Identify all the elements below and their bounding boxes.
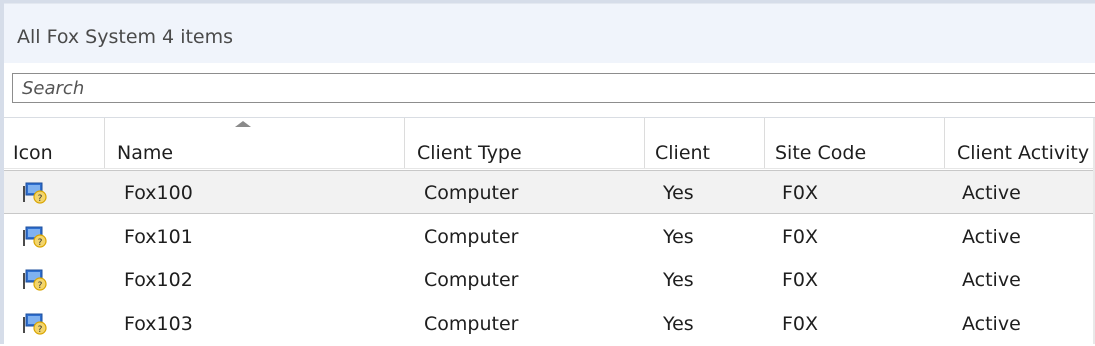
header-divider — [4, 168, 1095, 169]
cell-name: Fox102 — [124, 269, 193, 291]
search-box[interactable] — [12, 73, 1095, 103]
column-header-client[interactable]: Client — [645, 118, 765, 168]
svg-text:?: ? — [38, 325, 43, 335]
computer-unknown-icon: ? — [23, 226, 47, 248]
cell-client-type: Computer — [424, 269, 519, 291]
column-header-label: Icon — [13, 142, 53, 164]
table-row[interactable]: ? Fox101 Computer Yes F0X Active — [4, 215, 1095, 259]
table-row[interactable]: ? Fox100 Computer Yes F0X Active — [4, 170, 1095, 214]
cell-client-type: Computer — [424, 226, 519, 248]
column-header-icon[interactable]: Icon — [4, 118, 105, 168]
computer-unknown-icon: ? — [23, 313, 47, 335]
column-header-site-code[interactable]: Site Code — [765, 118, 945, 168]
column-header-label: Client Type — [417, 142, 522, 164]
column-header-label: Name — [117, 142, 174, 164]
view-header: All Fox System 4 items — [4, 3, 1095, 63]
column-header-client-type[interactable]: Client Type — [405, 118, 645, 168]
svg-text:?: ? — [38, 194, 43, 204]
cell-client-type: Computer — [424, 313, 519, 335]
device-collection-view: All Fox System 4 items Icon Name Client … — [0, 0, 1095, 344]
cell-client-activity: Active — [962, 313, 1021, 335]
table-row[interactable]: ? Fox103 Computer Yes F0X Active — [4, 302, 1095, 346]
cell-site-code: F0X — [782, 182, 819, 204]
cell-client: Yes — [663, 269, 694, 291]
column-header-label: Site Code — [775, 142, 867, 164]
svg-text:?: ? — [38, 281, 43, 291]
cell-name: Fox101 — [124, 226, 193, 248]
computer-unknown-icon: ? — [23, 182, 47, 204]
computer-unknown-icon: ? — [23, 269, 47, 291]
cell-name: Fox103 — [124, 313, 193, 335]
cell-client: Yes — [663, 226, 694, 248]
cell-client-type: Computer — [424, 182, 519, 204]
table-row[interactable]: ? Fox102 Computer Yes F0X Active — [4, 258, 1095, 302]
column-header-label: Client Activity — [957, 142, 1090, 164]
cell-client-activity: Active — [962, 269, 1021, 291]
cell-client: Yes — [663, 313, 694, 335]
column-header-client-activity[interactable]: Client Activity — [945, 118, 1095, 168]
column-header-label: Client — [655, 142, 711, 164]
cell-client-activity: Active — [962, 226, 1021, 248]
cell-name: Fox100 — [124, 182, 193, 204]
cell-site-code: F0X — [782, 269, 819, 291]
view-title: All Fox System 4 items — [17, 26, 234, 48]
sort-ascending-icon — [235, 121, 251, 127]
cell-client: Yes — [663, 182, 694, 204]
column-header-name[interactable]: Name — [105, 118, 405, 168]
search-input[interactable] — [13, 74, 1095, 102]
cell-site-code: F0X — [782, 313, 819, 335]
cell-site-code: F0X — [782, 226, 819, 248]
svg-text:?: ? — [38, 238, 43, 248]
cell-client-activity: Active — [962, 182, 1021, 204]
